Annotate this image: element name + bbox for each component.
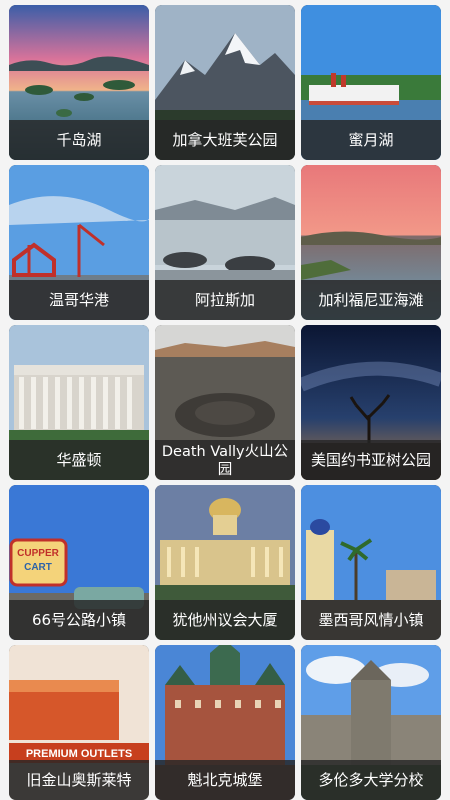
destination-name: 魁北克城堡	[155, 760, 295, 800]
destination-card-route66[interactable]: CUPPER CART 66号公路小镇	[9, 485, 149, 640]
destination-name: 加利福尼亚海滩	[301, 280, 441, 320]
destination-name: 千岛湖	[9, 120, 149, 160]
sign-text-top: CUPPER	[17, 548, 59, 559]
destination-card-qiandao-lake[interactable]: 千岛湖	[9, 5, 149, 160]
destination-card-joshua-tree[interactable]: 美国约书亚树公园	[301, 325, 441, 480]
destination-name: 美国约书亚树公园	[301, 440, 441, 480]
destination-card-sf-outlets[interactable]: PREMIUM OUTLETS 旧金山奥斯莱特	[9, 645, 149, 800]
destination-name: 华盛顿	[9, 440, 149, 480]
destination-name: 蜜月湖	[301, 120, 441, 160]
sign-text-mid: CART	[24, 562, 52, 573]
destination-card-death-valley[interactable]: Death Vally火山公园	[155, 325, 295, 480]
destination-card-quebec-castle[interactable]: 魁北克城堡	[155, 645, 295, 800]
destination-card-california-beach[interactable]: 加利福尼亚海滩	[301, 165, 441, 320]
destination-card-mexican-town[interactable]: 墨西哥风情小镇	[301, 485, 441, 640]
destination-name: 旧金山奥斯莱特	[9, 760, 149, 800]
destination-name: Death Vally火山公园	[155, 440, 295, 480]
destination-name: 加拿大班芙公园	[155, 120, 295, 160]
destination-name: 温哥华港	[9, 280, 149, 320]
destination-card-vancouver-harbor[interactable]: 温哥华港	[9, 165, 149, 320]
destination-card-honeymoon-lake[interactable]: 蜜月湖	[301, 5, 441, 160]
destination-card-alaska[interactable]: 阿拉斯加	[155, 165, 295, 320]
destination-grid: 千岛湖 加拿大班芙公园 蜜月湖 温哥华港 阿拉斯加 加利福尼亚海滩 华盛顿 De…	[0, 0, 450, 800]
destination-name: 阿拉斯加	[155, 280, 295, 320]
destination-name: 犹他州议会大厦	[155, 600, 295, 640]
destination-name: 66号公路小镇	[9, 600, 149, 640]
destination-card-utah-capitol[interactable]: 犹他州议会大厦	[155, 485, 295, 640]
destination-name: 多伦多大学分校	[301, 760, 441, 800]
sign-text-outlets: PREMIUM OUTLETS	[26, 748, 132, 760]
destination-card-toronto-university[interactable]: 多伦多大学分校	[301, 645, 441, 800]
destination-card-washington[interactable]: 华盛顿	[9, 325, 149, 480]
destination-card-banff[interactable]: 加拿大班芙公园	[155, 5, 295, 160]
destination-name: 墨西哥风情小镇	[301, 600, 441, 640]
